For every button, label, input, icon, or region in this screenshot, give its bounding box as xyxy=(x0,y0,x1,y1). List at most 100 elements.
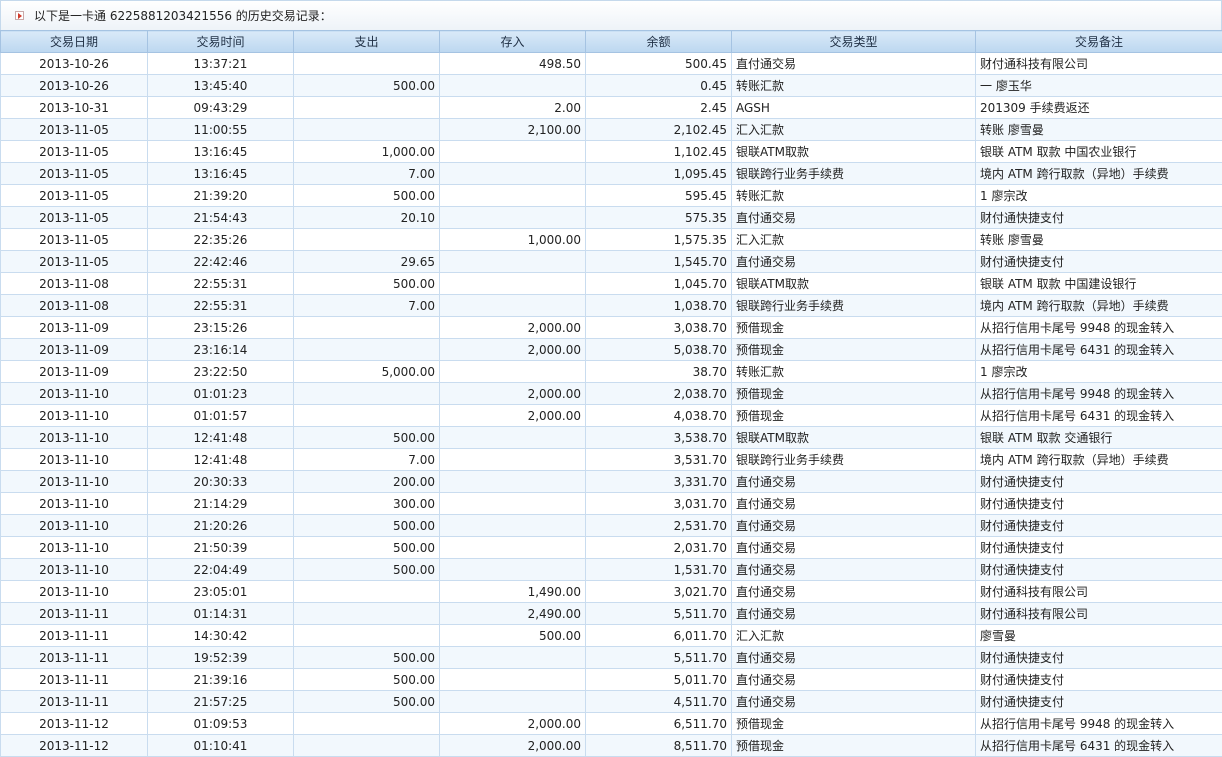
cell-remark: 廖雪曼 xyxy=(976,625,1222,647)
cell-type: 直付通交易 xyxy=(732,207,976,229)
cell-type: 银联跨行业务手续费 xyxy=(732,449,976,471)
table-row: 2013-11-1001:01:572,000.004,038.70预借现金从招… xyxy=(1,405,1222,427)
cell-debit: 300.00 xyxy=(294,493,440,515)
cell-time: 12:41:48 xyxy=(148,449,294,471)
transactions-table: 交易日期 交易时间 支出 存入 余额 交易类型 交易备注 2013-10-261… xyxy=(0,30,1222,757)
cell-remark: 银联 ATM 取款 交通银行 xyxy=(976,427,1222,449)
cell-type: 银联ATM取款 xyxy=(732,427,976,449)
cell-debit: 29.65 xyxy=(294,251,440,273)
cell-time: 01:01:57 xyxy=(148,405,294,427)
cell-balance: 5,511.70 xyxy=(586,647,732,669)
header-remark[interactable]: 交易备注 xyxy=(976,31,1222,53)
cell-time: 01:10:41 xyxy=(148,735,294,757)
cell-balance: 1,038.70 xyxy=(586,295,732,317)
cell-credit: 1,490.00 xyxy=(440,581,586,603)
cell-remark: 1 廖宗改 xyxy=(976,361,1222,383)
cell-balance: 1,531.70 xyxy=(586,559,732,581)
header-time[interactable]: 交易时间 xyxy=(148,31,294,53)
header-type[interactable]: 交易类型 xyxy=(732,31,976,53)
cell-date: 2013-11-11 xyxy=(1,603,148,625)
cell-balance: 5,038.70 xyxy=(586,339,732,361)
table-row: 2013-11-1021:14:29300.003,031.70直付通交易财付通… xyxy=(1,493,1222,515)
cell-date: 2013-11-10 xyxy=(1,405,148,427)
cell-balance: 4,038.70 xyxy=(586,405,732,427)
cell-credit xyxy=(440,647,586,669)
table-row: 2013-11-1012:41:487.003,531.70银联跨行业务手续费境… xyxy=(1,449,1222,471)
header-balance[interactable]: 余额 xyxy=(586,31,732,53)
header-credit[interactable]: 存入 xyxy=(440,31,586,53)
cell-balance: 3,531.70 xyxy=(586,449,732,471)
table-row: 2013-11-1001:01:232,000.002,038.70预借现金从招… xyxy=(1,383,1222,405)
cell-time: 21:20:26 xyxy=(148,515,294,537)
cell-debit: 500.00 xyxy=(294,691,440,713)
cell-type: 直付通交易 xyxy=(732,515,976,537)
cell-type: 直付通交易 xyxy=(732,537,976,559)
cell-remark: 财付通快捷支付 xyxy=(976,691,1222,713)
cell-credit xyxy=(440,471,586,493)
cell-remark: 一 廖玉华 xyxy=(976,75,1222,97)
cell-date: 2013-11-11 xyxy=(1,691,148,713)
cell-date: 2013-11-10 xyxy=(1,493,148,515)
cell-balance: 575.35 xyxy=(586,207,732,229)
cell-time: 23:05:01 xyxy=(148,581,294,603)
cell-date: 2013-11-08 xyxy=(1,295,148,317)
cell-type: 直付通交易 xyxy=(732,581,976,603)
table-row: 2013-11-1201:09:532,000.006,511.70预借现金从招… xyxy=(1,713,1222,735)
cell-credit xyxy=(440,251,586,273)
cell-remark: 银联 ATM 取款 中国建设银行 xyxy=(976,273,1222,295)
header-date[interactable]: 交易日期 xyxy=(1,31,148,53)
header-debit[interactable]: 支出 xyxy=(294,31,440,53)
cell-credit: 2,000.00 xyxy=(440,735,586,757)
table-row: 2013-11-1119:52:39500.005,511.70直付通交易财付通… xyxy=(1,647,1222,669)
cell-time: 14:30:42 xyxy=(148,625,294,647)
cell-date: 2013-11-05 xyxy=(1,141,148,163)
cell-credit xyxy=(440,273,586,295)
cell-remark: 从招行信用卡尾号 9948 的现金转入 xyxy=(976,713,1222,735)
cell-time: 13:45:40 xyxy=(148,75,294,97)
cell-credit xyxy=(440,75,586,97)
cell-remark: 境内 ATM 跨行取款（异地）手续费 xyxy=(976,449,1222,471)
cell-credit xyxy=(440,141,586,163)
cell-balance: 1,045.70 xyxy=(586,273,732,295)
cell-type: 银联跨行业务手续费 xyxy=(732,163,976,185)
cell-date: 2013-11-05 xyxy=(1,229,148,251)
cell-balance: 5,011.70 xyxy=(586,669,732,691)
table-row: 2013-11-1012:41:48500.003,538.70银联ATM取款银… xyxy=(1,427,1222,449)
cell-credit xyxy=(440,559,586,581)
cell-remark: 转账 廖雪曼 xyxy=(976,119,1222,141)
table-header-row: 交易日期 交易时间 支出 存入 余额 交易类型 交易备注 xyxy=(1,31,1222,53)
cell-debit: 7.00 xyxy=(294,295,440,317)
cell-type: 预借现金 xyxy=(732,405,976,427)
cell-date: 2013-10-26 xyxy=(1,53,148,75)
cell-remark: 从招行信用卡尾号 9948 的现金转入 xyxy=(976,383,1222,405)
cell-credit xyxy=(440,515,586,537)
table-row: 2013-11-0521:54:4320.10575.35直付通交易财付通快捷支… xyxy=(1,207,1222,229)
cell-time: 21:54:43 xyxy=(148,207,294,229)
cell-debit: 1,000.00 xyxy=(294,141,440,163)
cell-type: 直付通交易 xyxy=(732,471,976,493)
cell-type: 直付通交易 xyxy=(732,691,976,713)
cell-remark: 银联 ATM 取款 中国农业银行 xyxy=(976,141,1222,163)
cell-debit: 7.00 xyxy=(294,449,440,471)
table-row: 2013-11-1020:30:33200.003,331.70直付通交易财付通… xyxy=(1,471,1222,493)
table-row: 2013-11-0923:16:142,000.005,038.70预借现金从招… xyxy=(1,339,1222,361)
table-row: 2013-11-1022:04:49500.001,531.70直付通交易财付通… xyxy=(1,559,1222,581)
cell-debit: 20.10 xyxy=(294,207,440,229)
cell-credit: 1,000.00 xyxy=(440,229,586,251)
cell-debit: 5,000.00 xyxy=(294,361,440,383)
cell-balance: 38.70 xyxy=(586,361,732,383)
cell-date: 2013-11-05 xyxy=(1,163,148,185)
cell-remark: 境内 ATM 跨行取款（异地）手续费 xyxy=(976,163,1222,185)
cell-credit xyxy=(440,361,586,383)
cell-date: 2013-11-11 xyxy=(1,625,148,647)
cell-balance: 595.45 xyxy=(586,185,732,207)
cell-time: 23:16:14 xyxy=(148,339,294,361)
cell-type: 银联ATM取款 xyxy=(732,141,976,163)
cell-type: 预借现金 xyxy=(732,383,976,405)
cell-balance: 4,511.70 xyxy=(586,691,732,713)
cell-balance: 0.45 xyxy=(586,75,732,97)
cell-date: 2013-11-11 xyxy=(1,647,148,669)
cell-balance: 3,538.70 xyxy=(586,427,732,449)
table-row: 2013-10-2613:37:21498.50500.45直付通交易财付通科技… xyxy=(1,53,1222,75)
cell-date: 2013-11-05 xyxy=(1,207,148,229)
